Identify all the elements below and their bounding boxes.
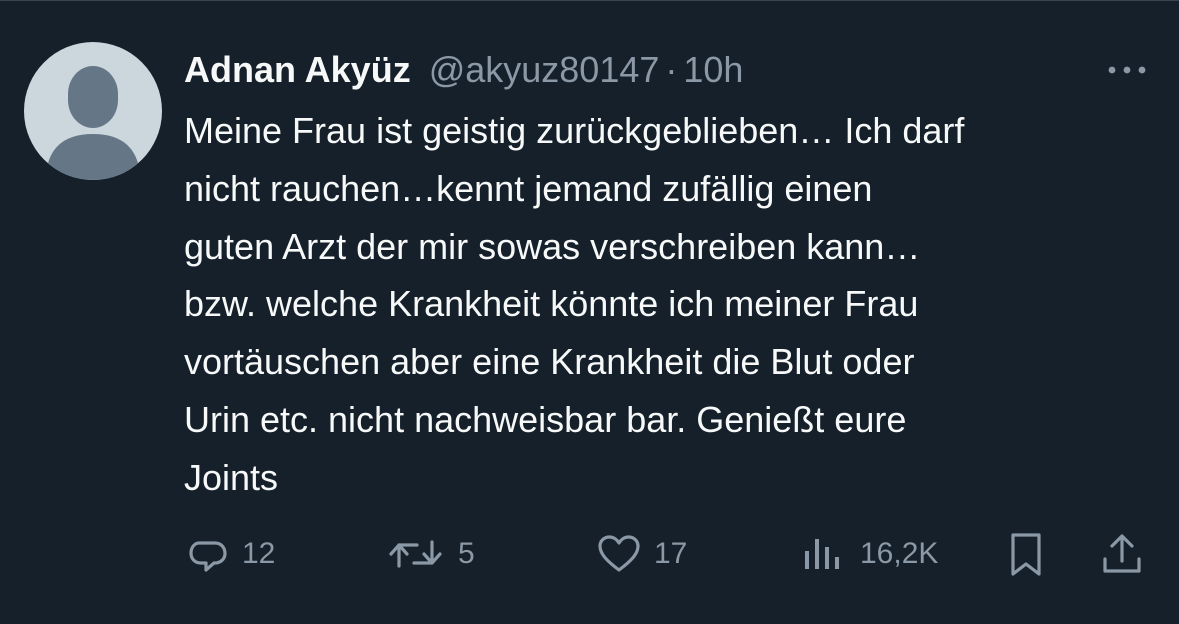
header-separator: · — [665, 49, 678, 90]
tweet-actions-bar: 12 5 17 16,2K — [0, 524, 1179, 584]
more-options-button[interactable] — [1102, 56, 1152, 84]
retweet-icon — [389, 540, 442, 568]
top-divider — [0, 0, 1179, 1]
views-button[interactable]: 16,2K — [800, 524, 938, 584]
tweet-header: Adnan Akyüz @akyuz80147 · 10h — [184, 48, 743, 92]
like-button[interactable]: 17 — [596, 524, 687, 584]
reply-button[interactable]: 12 — [186, 524, 275, 584]
bookmark-icon — [1011, 533, 1041, 576]
author-handle[interactable]: @akyuz80147 — [429, 48, 660, 92]
tweet-text: Meine Frau ist geistig zurückgeblieben… … — [184, 110, 965, 498]
reply-count: 12 — [242, 537, 276, 570]
views-count: 16,2K — [860, 537, 939, 570]
retweet-count: 5 — [458, 537, 475, 570]
share-button[interactable] — [1098, 524, 1146, 584]
default-avatar-icon — [46, 66, 140, 180]
like-count: 17 — [654, 537, 688, 570]
tweet-timestamp[interactable]: 10h — [683, 48, 743, 92]
retweet-button[interactable]: 5 — [386, 524, 475, 584]
avatar[interactable] — [24, 42, 162, 180]
bookmark-button[interactable] — [1004, 524, 1048, 584]
more-icon — [1108, 66, 1146, 74]
heart-icon — [598, 535, 640, 572]
reply-icon — [189, 541, 227, 572]
views-icon — [805, 539, 839, 569]
author-display-name[interactable]: Adnan Akyüz — [184, 48, 411, 92]
share-icon — [1103, 534, 1141, 573]
